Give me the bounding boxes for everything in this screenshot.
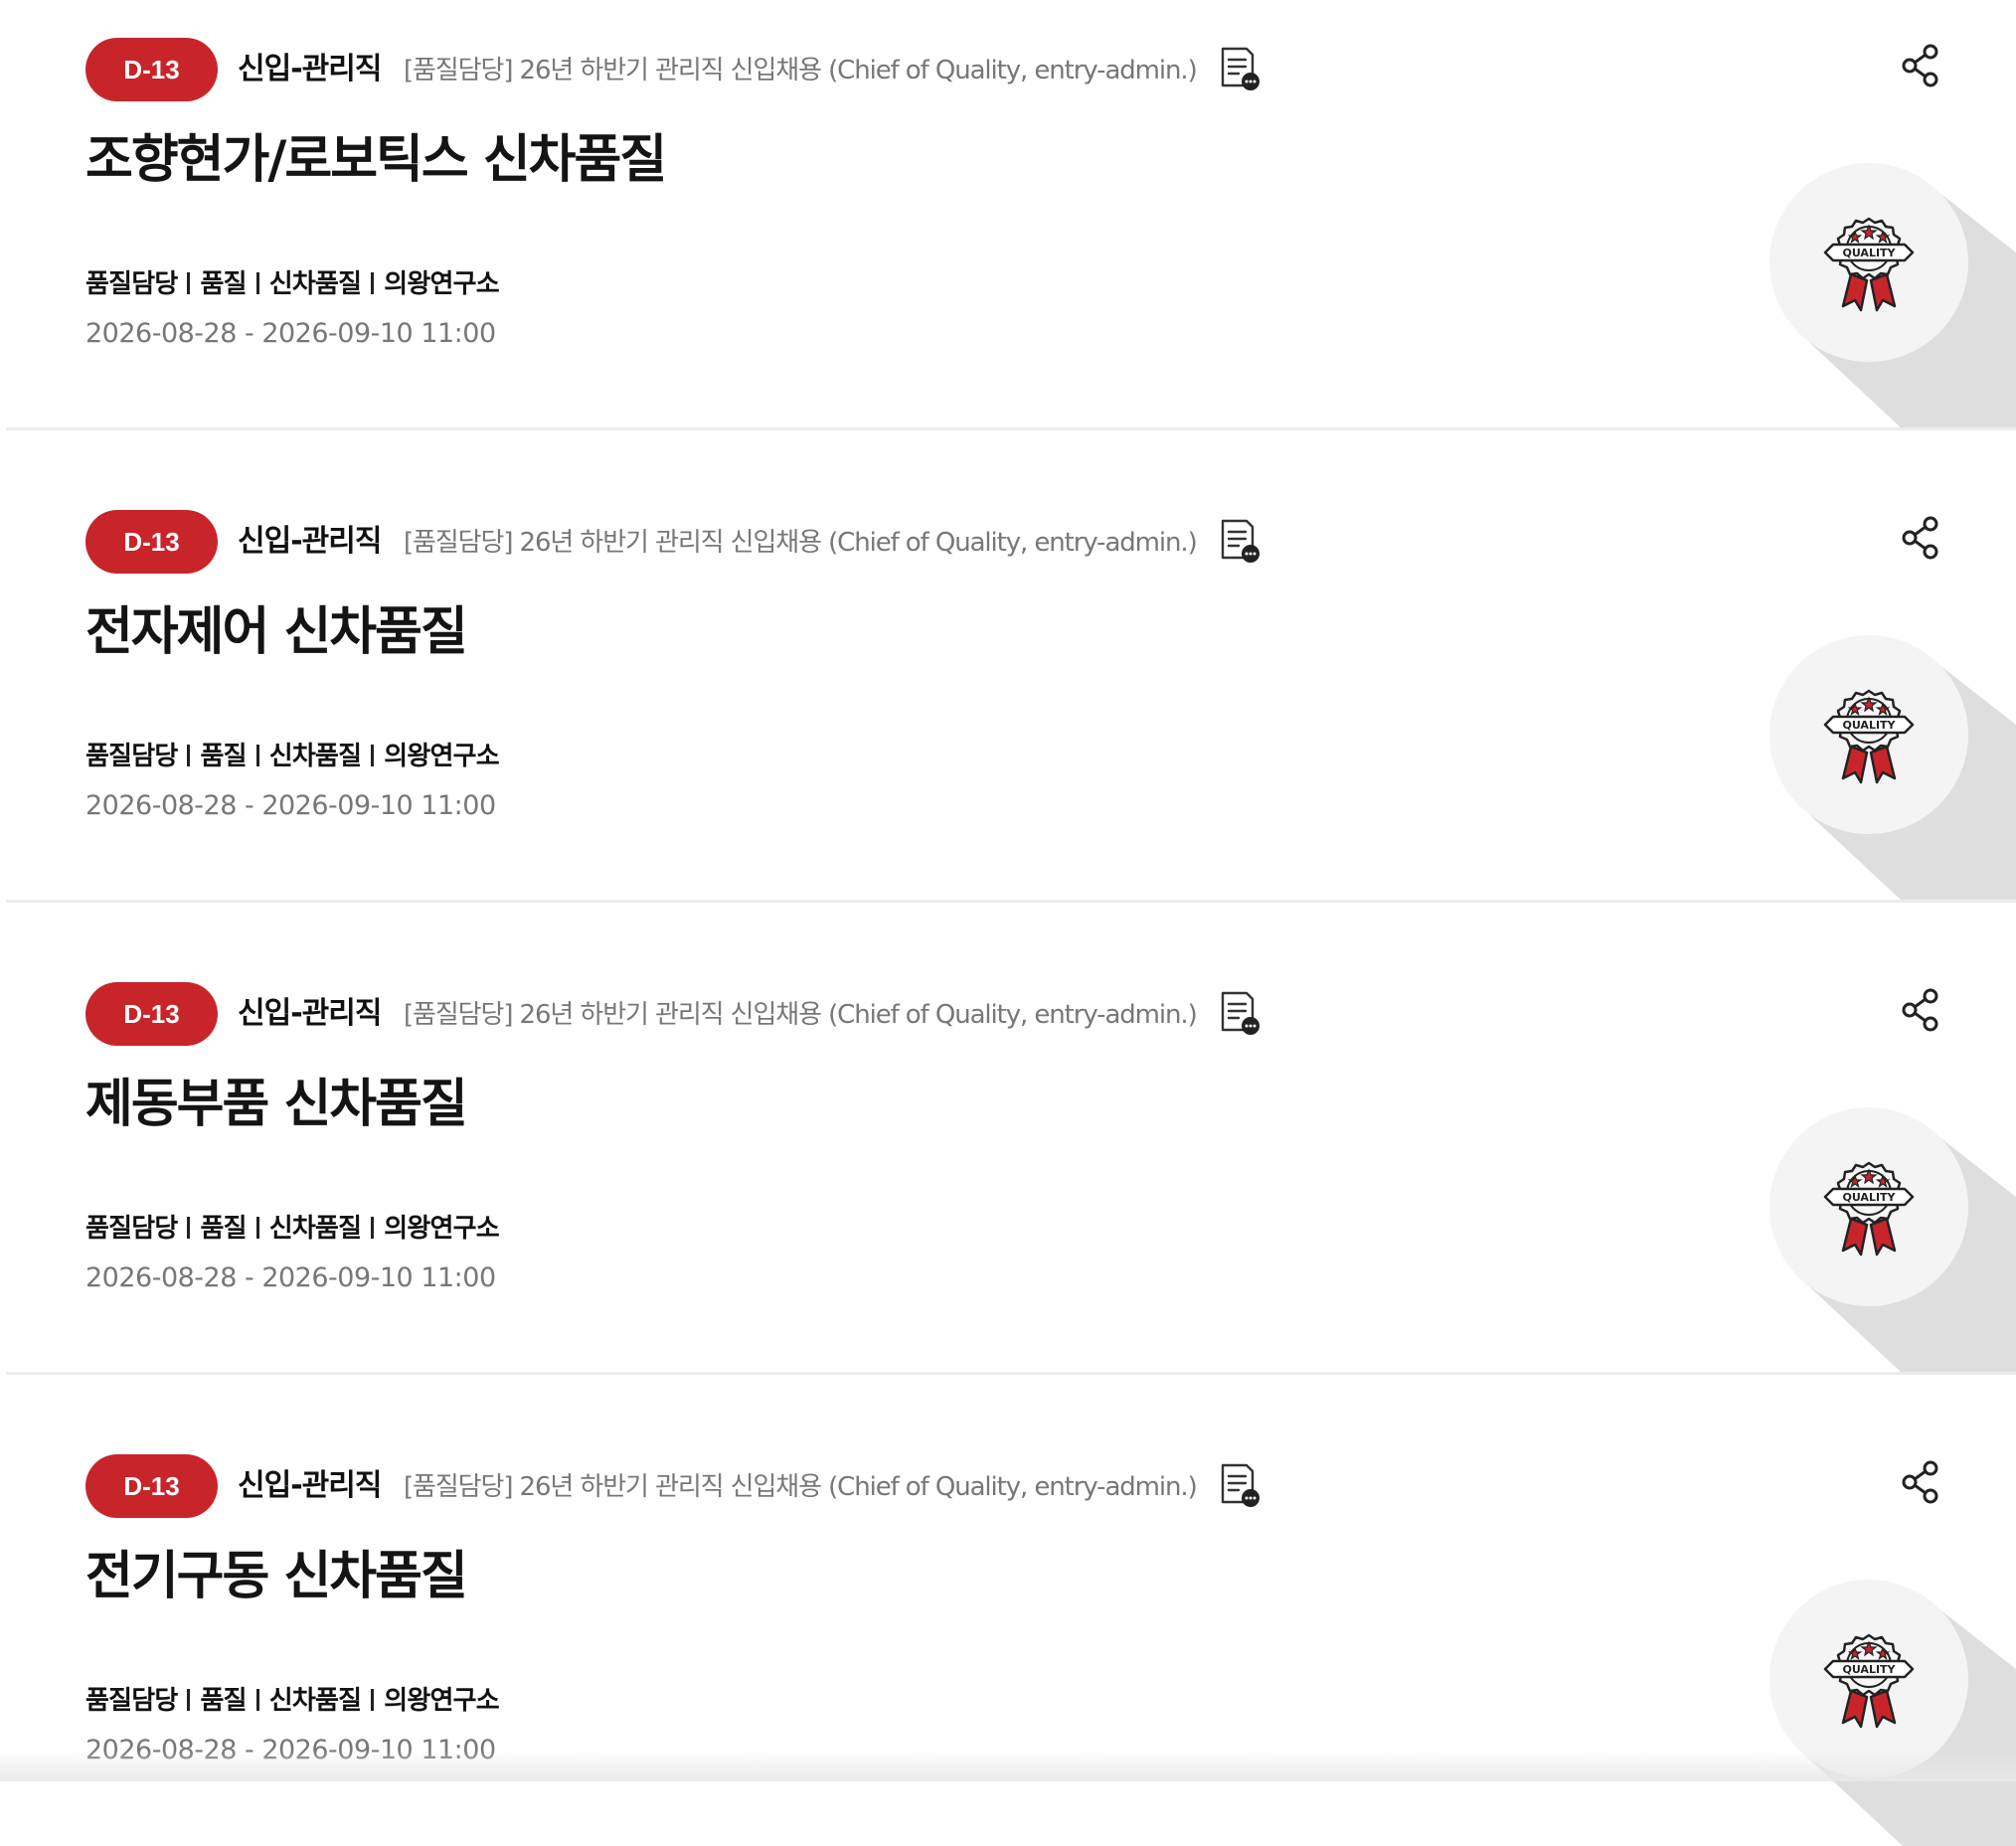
job-posting-card[interactable]: D-13 신입-관리직 [품질담당] 26년 하반기 관리직 신입채용 (Chi… (0, 944, 2016, 1374)
document-icon[interactable] (1217, 990, 1262, 1036)
posting-tags: 품질담당 품질 신차품질 의왕연구소 (85, 262, 500, 306)
tag-separator (371, 745, 375, 766)
document-icon[interactable] (1217, 518, 1262, 564)
document-icon[interactable] (1217, 46, 1262, 91)
tag: 품질담당 (85, 742, 178, 771)
emblem-label: QUALITY (1842, 247, 1896, 259)
posting-category: 신입-관리직 (238, 1468, 382, 1503)
job-posting-list: D-13 신입-관리직 [품질담당] 26년 하반기 관리직 신입채용 (Chi… (0, 0, 2016, 1846)
tag-separator (255, 1689, 259, 1711)
posting-category: 신입-관리직 (238, 996, 382, 1031)
tag-separator (255, 1217, 259, 1239)
emblem-label: QUALITY (1842, 1663, 1896, 1676)
tag: 품질 (200, 269, 247, 299)
document-icon[interactable] (1217, 1462, 1262, 1508)
posting-notice-link[interactable]: [품질담당] 26년 하반기 관리직 신입채용 (Chief of Qualit… (404, 522, 1198, 564)
tag-separator (187, 1217, 191, 1239)
quality-badge-icon: QUALITY (1823, 687, 1915, 786)
job-posting-card[interactable]: D-13 신입-관리직 [품질담당] 26년 하반기 관리직 신입채용 (Chi… (0, 1417, 2016, 1846)
tag: 품질담당 (85, 1686, 178, 1716)
tag-separator (371, 1689, 375, 1711)
tag: 품질담당 (85, 1214, 178, 1244)
dday-badge: D-13 (85, 982, 218, 1046)
emblem-label: QUALITY (1842, 719, 1896, 732)
share-icon[interactable] (1901, 516, 1940, 560)
share-icon[interactable] (1901, 1460, 1940, 1504)
posting-category: 신입-관리직 (238, 524, 382, 559)
quality-emblem: QUALITY (1769, 635, 2016, 902)
posting-period: 2026-08-28 - 2026-09-10 11:00 (85, 1262, 496, 1293)
dday-badge: D-13 (85, 1454, 218, 1518)
tag: 의왕연구소 (384, 742, 499, 771)
tag: 품질 (200, 742, 247, 771)
quality-emblem: QUALITY (1769, 163, 2016, 429)
dday-badge: D-13 (85, 38, 218, 101)
tag: 신차품질 (268, 1686, 362, 1716)
posting-title[interactable]: 제동부품 신차품질 (85, 1069, 468, 1140)
tag: 품질 (200, 1686, 247, 1716)
share-icon[interactable] (1901, 988, 1940, 1032)
tag: 의왕연구소 (384, 1214, 499, 1244)
emblem-label: QUALITY (1842, 1191, 1896, 1204)
quality-emblem: QUALITY (1769, 1580, 2016, 1846)
tag: 신차품질 (268, 1214, 362, 1244)
posting-period: 2026-08-28 - 2026-09-10 11:00 (85, 318, 496, 349)
posting-tags: 품질담당 품질 신차품질 의왕연구소 (85, 1207, 500, 1251)
quality-emblem: QUALITY (1769, 1107, 2016, 1374)
posting-tags: 품질담당 품질 신차품질 의왕연구소 (85, 1679, 500, 1723)
tag: 품질 (200, 1214, 247, 1244)
posting-title[interactable]: 전자제어 신차품질 (85, 596, 468, 668)
tag: 신차품질 (268, 269, 362, 299)
dday-badge: D-13 (85, 510, 218, 574)
posting-title[interactable]: 조향현가/로보틱스 신차품질 (85, 124, 667, 196)
posting-title[interactable]: 전기구동 신차품질 (85, 1541, 468, 1612)
quality-badge-icon: QUALITY (1823, 1159, 1915, 1259)
card-divider (6, 1372, 2016, 1375)
posting-notice-link[interactable]: [품질담당] 26년 하반기 관리직 신입채용 (Chief of Qualit… (404, 1466, 1198, 1508)
quality-badge-icon: QUALITY (1823, 1631, 1915, 1731)
tag: 의왕연구소 (384, 269, 499, 299)
tag-separator (187, 272, 191, 294)
posting-tags: 품질담당 품질 신차품질 의왕연구소 (85, 735, 500, 778)
tag-separator (255, 745, 259, 766)
tag: 품질담당 (85, 269, 178, 299)
posting-notice-link[interactable]: [품질담당] 26년 하반기 관리직 신입채용 (Chief of Qualit… (404, 50, 1198, 91)
posting-category: 신입-관리직 (238, 52, 382, 86)
posting-period: 2026-08-28 - 2026-09-10 11:00 (85, 790, 496, 821)
tag-separator (187, 745, 191, 766)
tag-separator (255, 272, 259, 294)
tag: 의왕연구소 (384, 1686, 499, 1716)
job-posting-card[interactable]: D-13 신입-관리직 [품질담당] 26년 하반기 관리직 신입채용 (Chi… (0, 472, 2016, 902)
tag-separator (371, 272, 375, 294)
card-divider (6, 900, 2016, 903)
job-posting-card[interactable]: D-13 신입-관리직 [품질담당] 26년 하반기 관리직 신입채용 (Chi… (0, 0, 2016, 429)
posting-notice-link[interactable]: [품질담당] 26년 하반기 관리직 신입채용 (Chief of Qualit… (404, 994, 1198, 1036)
tag: 신차품질 (268, 742, 362, 771)
card-divider (6, 427, 2016, 430)
tag-separator (371, 1217, 375, 1239)
tag-separator (187, 1689, 191, 1711)
quality-badge-icon: QUALITY (1823, 215, 1915, 314)
share-icon[interactable] (1901, 44, 1940, 87)
bottom-fade (0, 1750, 2016, 1781)
